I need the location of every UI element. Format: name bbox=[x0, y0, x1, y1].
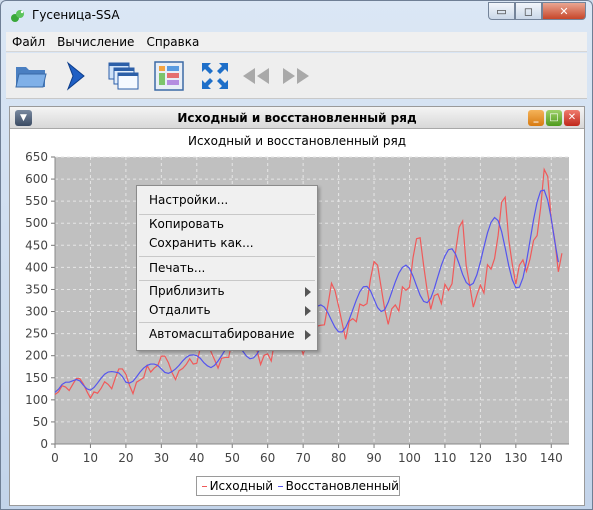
context-menu-zoom-out[interactable]: Отдалить bbox=[149, 303, 211, 317]
y-tick-label: 100 bbox=[25, 393, 48, 407]
forward-button[interactable] bbox=[279, 60, 313, 92]
context-menu-save-as[interactable]: Сохранить как... bbox=[149, 236, 254, 250]
x-tick-label: 0 bbox=[51, 451, 59, 465]
x-tick-label: 120 bbox=[469, 451, 492, 465]
app-window: Гусеница-SSA ▭ ◻ ✕ Файл Вычисление Справ… bbox=[0, 0, 593, 510]
y-tick-label: 200 bbox=[25, 349, 48, 363]
context-menu: Настройки... Копировать Сохранить как...… bbox=[136, 185, 318, 351]
chart-frame: ▼ Исходный и восстановленный ряд _ □ ✕ И… bbox=[9, 106, 585, 506]
x-tick-label: 140 bbox=[540, 451, 563, 465]
y-tick-label: 400 bbox=[25, 260, 48, 274]
windows-cascade-icon bbox=[108, 62, 139, 90]
open-button[interactable] bbox=[14, 60, 48, 92]
back-double-arrow-icon bbox=[243, 68, 269, 84]
context-menu-separator bbox=[139, 256, 315, 257]
y-tick-label: 450 bbox=[25, 238, 48, 252]
x-tick-label: 130 bbox=[504, 451, 527, 465]
legend-label-reconstructed: Восстановленный bbox=[285, 479, 399, 493]
fit-button[interactable] bbox=[198, 60, 232, 92]
y-tick-label: 50 bbox=[33, 415, 48, 429]
x-tick-label: 100 bbox=[398, 451, 421, 465]
y-tick-label: 150 bbox=[25, 371, 48, 385]
close-button[interactable]: ✕ bbox=[542, 2, 586, 20]
chart-legend: Исходный Восстановленный bbox=[196, 476, 400, 496]
x-tick-label: 10 bbox=[83, 451, 98, 465]
menu-file[interactable]: Файл bbox=[6, 32, 51, 52]
legend-label-original: Исходный bbox=[209, 479, 274, 493]
title-bar: Гусеница-SSA ▭ ◻ ✕ bbox=[1, 1, 592, 31]
y-tick-label: 250 bbox=[25, 327, 48, 341]
x-tick-label: 60 bbox=[260, 451, 275, 465]
context-menu-autoscale[interactable]: Автомасштабирование bbox=[149, 327, 295, 341]
menu-compute[interactable]: Вычисление bbox=[51, 32, 140, 52]
context-menu-zoom-in[interactable]: Приблизить bbox=[149, 284, 225, 298]
context-menu-settings[interactable]: Настройки... bbox=[149, 193, 228, 207]
context-menu-separator bbox=[139, 214, 315, 215]
submenu-arrow-icon bbox=[305, 287, 311, 297]
context-menu-copy[interactable]: Копировать bbox=[149, 217, 224, 231]
y-tick-label: 300 bbox=[25, 305, 48, 319]
context-menu-separator bbox=[139, 280, 315, 281]
submenu-arrow-icon bbox=[305, 330, 311, 340]
open-folder-icon bbox=[15, 67, 47, 88]
x-tick-label: 40 bbox=[189, 451, 204, 465]
context-menu-print[interactable]: Печать... bbox=[149, 261, 205, 275]
menu-bar: Файл Вычисление Справка bbox=[6, 32, 587, 52]
toolbar bbox=[6, 53, 587, 99]
run-button[interactable] bbox=[60, 60, 94, 92]
x-tick-label: 80 bbox=[331, 451, 346, 465]
run-arrow-icon bbox=[66, 61, 85, 91]
window-controls: ▭ ◻ ✕ bbox=[488, 2, 586, 20]
x-tick-label: 110 bbox=[433, 451, 456, 465]
x-tick-label: 50 bbox=[225, 451, 240, 465]
windows-button[interactable] bbox=[106, 60, 140, 92]
legend-swatch-reconstructed bbox=[278, 485, 283, 487]
app-logo-icon bbox=[11, 10, 24, 22]
forward-double-arrow-icon bbox=[283, 68, 309, 84]
x-tick-label: 70 bbox=[295, 451, 310, 465]
y-tick-label: 650 bbox=[25, 150, 48, 164]
y-tick-label: 500 bbox=[25, 216, 48, 230]
y-tick-label: 0 bbox=[40, 437, 48, 451]
window-title: Гусеница-SSA bbox=[32, 8, 120, 22]
context-menu-separator bbox=[139, 322, 315, 323]
legend-swatch-original bbox=[202, 485, 207, 487]
x-tick-label: 20 bbox=[118, 451, 133, 465]
y-tick-label: 600 bbox=[25, 172, 48, 186]
expand-arrows-icon bbox=[202, 63, 228, 89]
maximize-button[interactable]: ◻ bbox=[515, 2, 542, 20]
menu-help[interactable]: Справка bbox=[140, 32, 205, 52]
x-tick-label: 90 bbox=[366, 451, 381, 465]
minimize-button[interactable]: ▭ bbox=[488, 2, 515, 20]
back-button[interactable] bbox=[239, 60, 273, 92]
y-tick-label: 550 bbox=[25, 194, 48, 208]
submenu-arrow-icon bbox=[305, 306, 311, 316]
y-tick-label: 350 bbox=[25, 282, 48, 296]
panels-layout-icon bbox=[154, 61, 184, 91]
layout-button[interactable] bbox=[152, 60, 186, 92]
x-tick-label: 30 bbox=[154, 451, 169, 465]
